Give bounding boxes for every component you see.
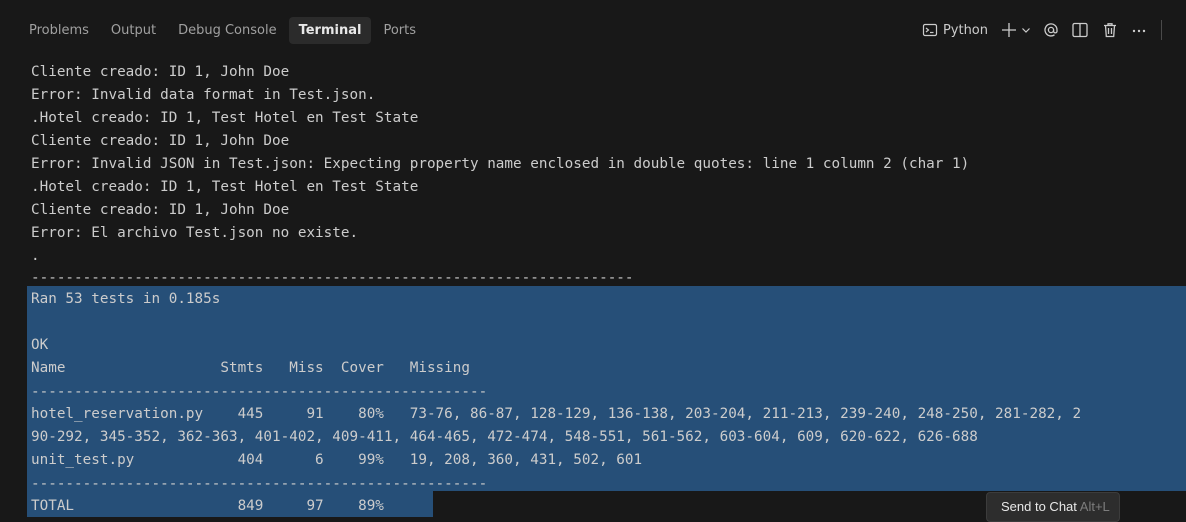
toolbar-divider [1161,20,1162,40]
tab-debug-console[interactable]: Debug Console [168,17,287,44]
terminal-profile-label: Python [942,22,988,38]
more-actions-button[interactable] [1131,22,1147,38]
panel-actions: Python [922,17,1162,43]
terminal-line: . [31,248,40,264]
split-icon [1071,21,1089,39]
terminal-line: Cliente creado: ID 1, John Doe [31,64,290,80]
at-button[interactable] [1043,22,1059,38]
terminal-line: .Hotel creado: ID 1, Test Hotel en Test … [31,179,419,195]
split-terminal-button[interactable] [1071,21,1089,39]
terminal-profile-button[interactable]: Python [922,22,988,38]
terminal-icon [922,22,938,38]
terminal-line: 90-292, 345-352, 362-363, 401-402, 409-4… [31,429,978,445]
tab-terminal[interactable]: Terminal [288,16,372,44]
terminal-line: Error: Invalid data format in Test.json. [31,87,376,103]
panel-header: Problems Output Debug Console Terminal P… [0,0,1186,58]
terminal-line: .Hotel creado: ID 1, Test Hotel en Test … [31,110,419,126]
terminal-line: ----------------------------------------… [31,476,488,492]
tab-output[interactable]: Output [101,17,166,44]
more-icon [1131,22,1147,38]
at-icon [1043,22,1059,38]
tab-ports[interactable]: Ports [373,17,426,44]
terminal-line: ----------------------------------------… [31,270,634,286]
panel-tabs: Problems Output Debug Console Terminal P… [19,14,428,46]
terminal-line: OK [31,337,49,353]
trash-icon [1101,21,1119,39]
new-terminal-button[interactable] [1000,21,1031,39]
terminal-line: Cliente creado: ID 1, John Doe [31,202,290,218]
terminal-output[interactable]: Cliente creado: ID 1, John Doe Error: In… [0,58,1186,517]
send-to-chat-shortcut: Alt+L [1079,499,1110,514]
terminal-line: Error: Invalid JSON in Test.json: Expect… [31,156,970,172]
tab-problems[interactable]: Problems [19,17,99,44]
kill-terminal-button[interactable] [1101,21,1119,39]
terminal-line: Ran 53 tests in 0.185s [31,291,221,307]
terminal-line: Cliente creado: ID 1, John Doe [31,133,290,149]
terminal-line: TOTAL 849 97 89% [31,498,384,514]
terminal-line: unit_test.py 404 6 99% 19, 208, 360, 431… [31,452,643,468]
terminal-line: ----------------------------------------… [31,384,488,400]
terminal-line: Error: El archivo Test.json no existe. [31,225,359,241]
terminal-line: Name Stmts Miss Cover Missing [31,360,470,376]
send-to-chat-label: Send to Chat [1001,499,1077,514]
send-to-chat-button[interactable]: Send to Chat Alt+L [986,492,1120,522]
terminal-line: hotel_reservation.py 445 91 80% 73-76, 8… [31,406,1082,422]
plus-icon [1000,21,1018,39]
chevron-down-icon[interactable] [1021,25,1031,35]
